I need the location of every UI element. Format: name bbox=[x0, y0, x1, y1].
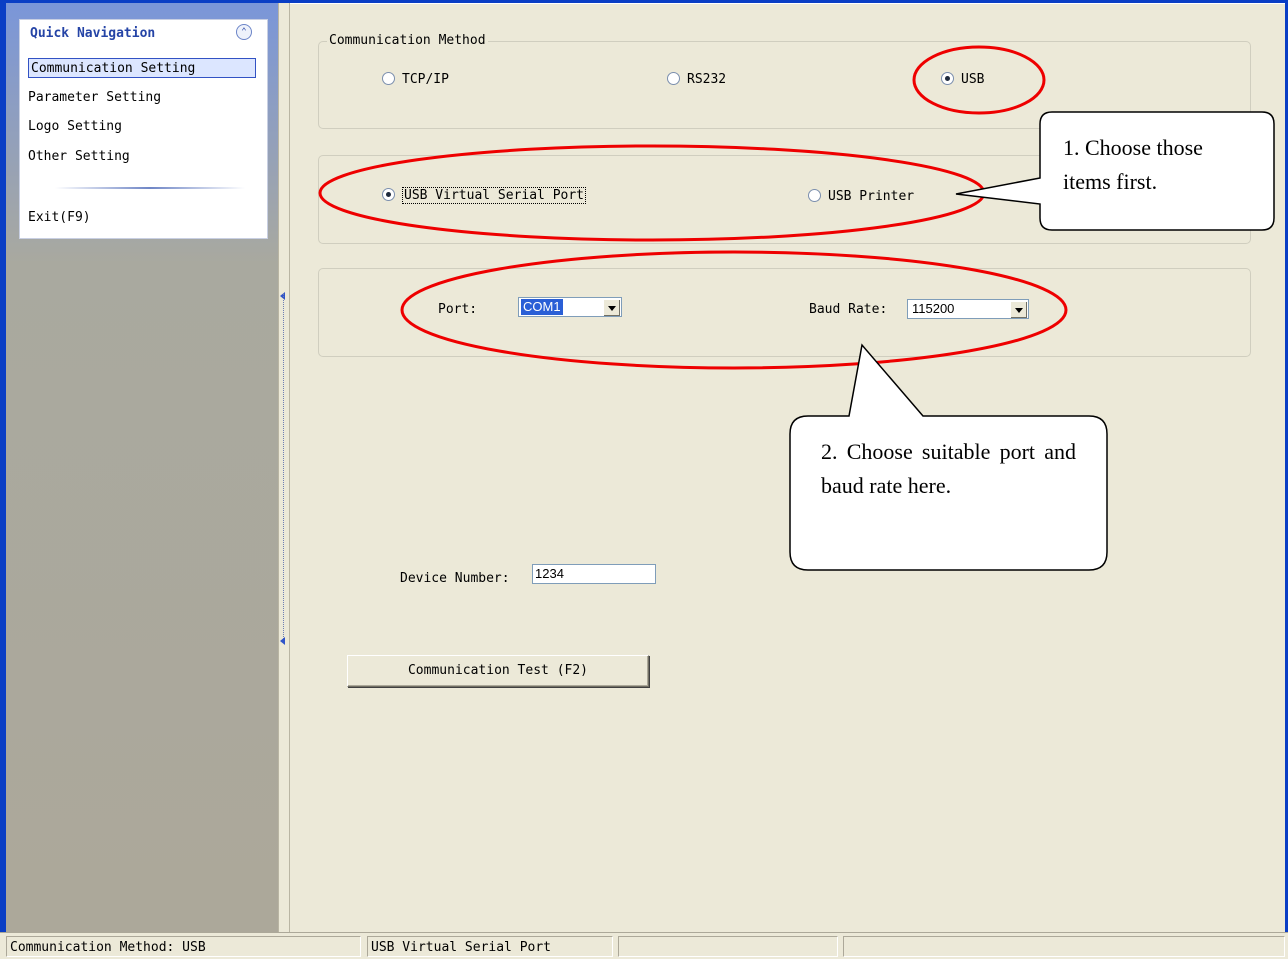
radio-button-icon[interactable] bbox=[667, 72, 680, 85]
device-number-value: 1234 bbox=[535, 566, 564, 581]
port-label: Port: bbox=[438, 302, 478, 317]
status-usb-mode: USB Virtual Serial Port bbox=[367, 936, 613, 957]
status-cell-3 bbox=[618, 936, 838, 957]
device-number-label: Device Number: bbox=[400, 571, 510, 586]
panel-splitter[interactable] bbox=[278, 3, 290, 932]
port-select[interactable]: COM1 bbox=[518, 297, 622, 317]
sidebar-item-other-setting[interactable]: Other Setting bbox=[28, 147, 130, 167]
quick-navigation-header: Quick Navigation bbox=[30, 26, 156, 41]
sidebar-item-parameter-setting[interactable]: Parameter Setting bbox=[28, 88, 161, 108]
radio-usb-virtual-serial-port[interactable]: USB Virtual Serial Port bbox=[382, 187, 587, 205]
communication-method-title: Communication Method bbox=[327, 33, 488, 48]
communication-method-group: Communication Method bbox=[318, 33, 1251, 129]
splitter-grip[interactable] bbox=[283, 293, 286, 643]
sidebar-item-logo-setting[interactable]: Logo Setting bbox=[28, 117, 122, 137]
status-bar: Communication Method: USB USB Virtual Se… bbox=[0, 932, 1288, 959]
radio-rs232[interactable]: RS232 bbox=[667, 71, 726, 89]
radio-tcp-ip[interactable]: TCP/IP bbox=[382, 71, 449, 89]
quick-navigation-panel: Quick Navigation ⌃ Communication Setting… bbox=[19, 19, 268, 239]
port-select-value: COM1 bbox=[521, 299, 563, 315]
callout-text-1: 1. Choose those items first. bbox=[1063, 135, 1203, 194]
device-number-input[interactable]: 1234 bbox=[532, 564, 656, 584]
radio-usb-virtual-serial-port-label: USB Virtual Serial Port bbox=[402, 187, 587, 204]
status-communication-method: Communication Method: USB bbox=[6, 936, 361, 957]
chevron-down-icon[interactable] bbox=[1010, 301, 1027, 318]
baud-rate-select-value: 115200 bbox=[912, 301, 955, 316]
radio-button-icon[interactable] bbox=[808, 189, 821, 202]
radio-button-checked-icon[interactable] bbox=[941, 72, 954, 85]
callout-text-2: 2. Choose suitable port and baud rate he… bbox=[821, 439, 1076, 498]
radio-usb-printer-label: USB Printer bbox=[828, 189, 915, 204]
radio-button-checked-icon[interactable] bbox=[382, 188, 395, 201]
sidebar-item-exit[interactable]: Exit(F9) bbox=[28, 208, 91, 228]
baud-rate-label: Baud Rate: bbox=[809, 302, 888, 317]
status-cell-4 bbox=[843, 936, 1285, 957]
baud-rate-select[interactable]: 115200 bbox=[907, 299, 1029, 319]
radio-button-icon[interactable] bbox=[382, 72, 395, 85]
radio-rs232-label: RS232 bbox=[687, 72, 727, 87]
radio-tcp-ip-label: TCP/IP bbox=[402, 72, 449, 87]
radio-usb-label: USB bbox=[961, 72, 985, 87]
nav-divider bbox=[55, 187, 245, 189]
radio-usb[interactable]: USB bbox=[941, 71, 984, 89]
sidebar-item-communication-setting[interactable]: Communication Setting bbox=[28, 58, 256, 78]
communication-test-button[interactable]: Communication Test (F2) bbox=[347, 655, 649, 687]
chevron-down-icon[interactable] bbox=[603, 299, 620, 316]
collapse-left-arrow-icon[interactable] bbox=[280, 637, 285, 645]
chevron-double-up-icon[interactable]: ⌃ bbox=[236, 24, 252, 40]
radio-usb-printer[interactable]: USB Printer bbox=[808, 188, 914, 206]
